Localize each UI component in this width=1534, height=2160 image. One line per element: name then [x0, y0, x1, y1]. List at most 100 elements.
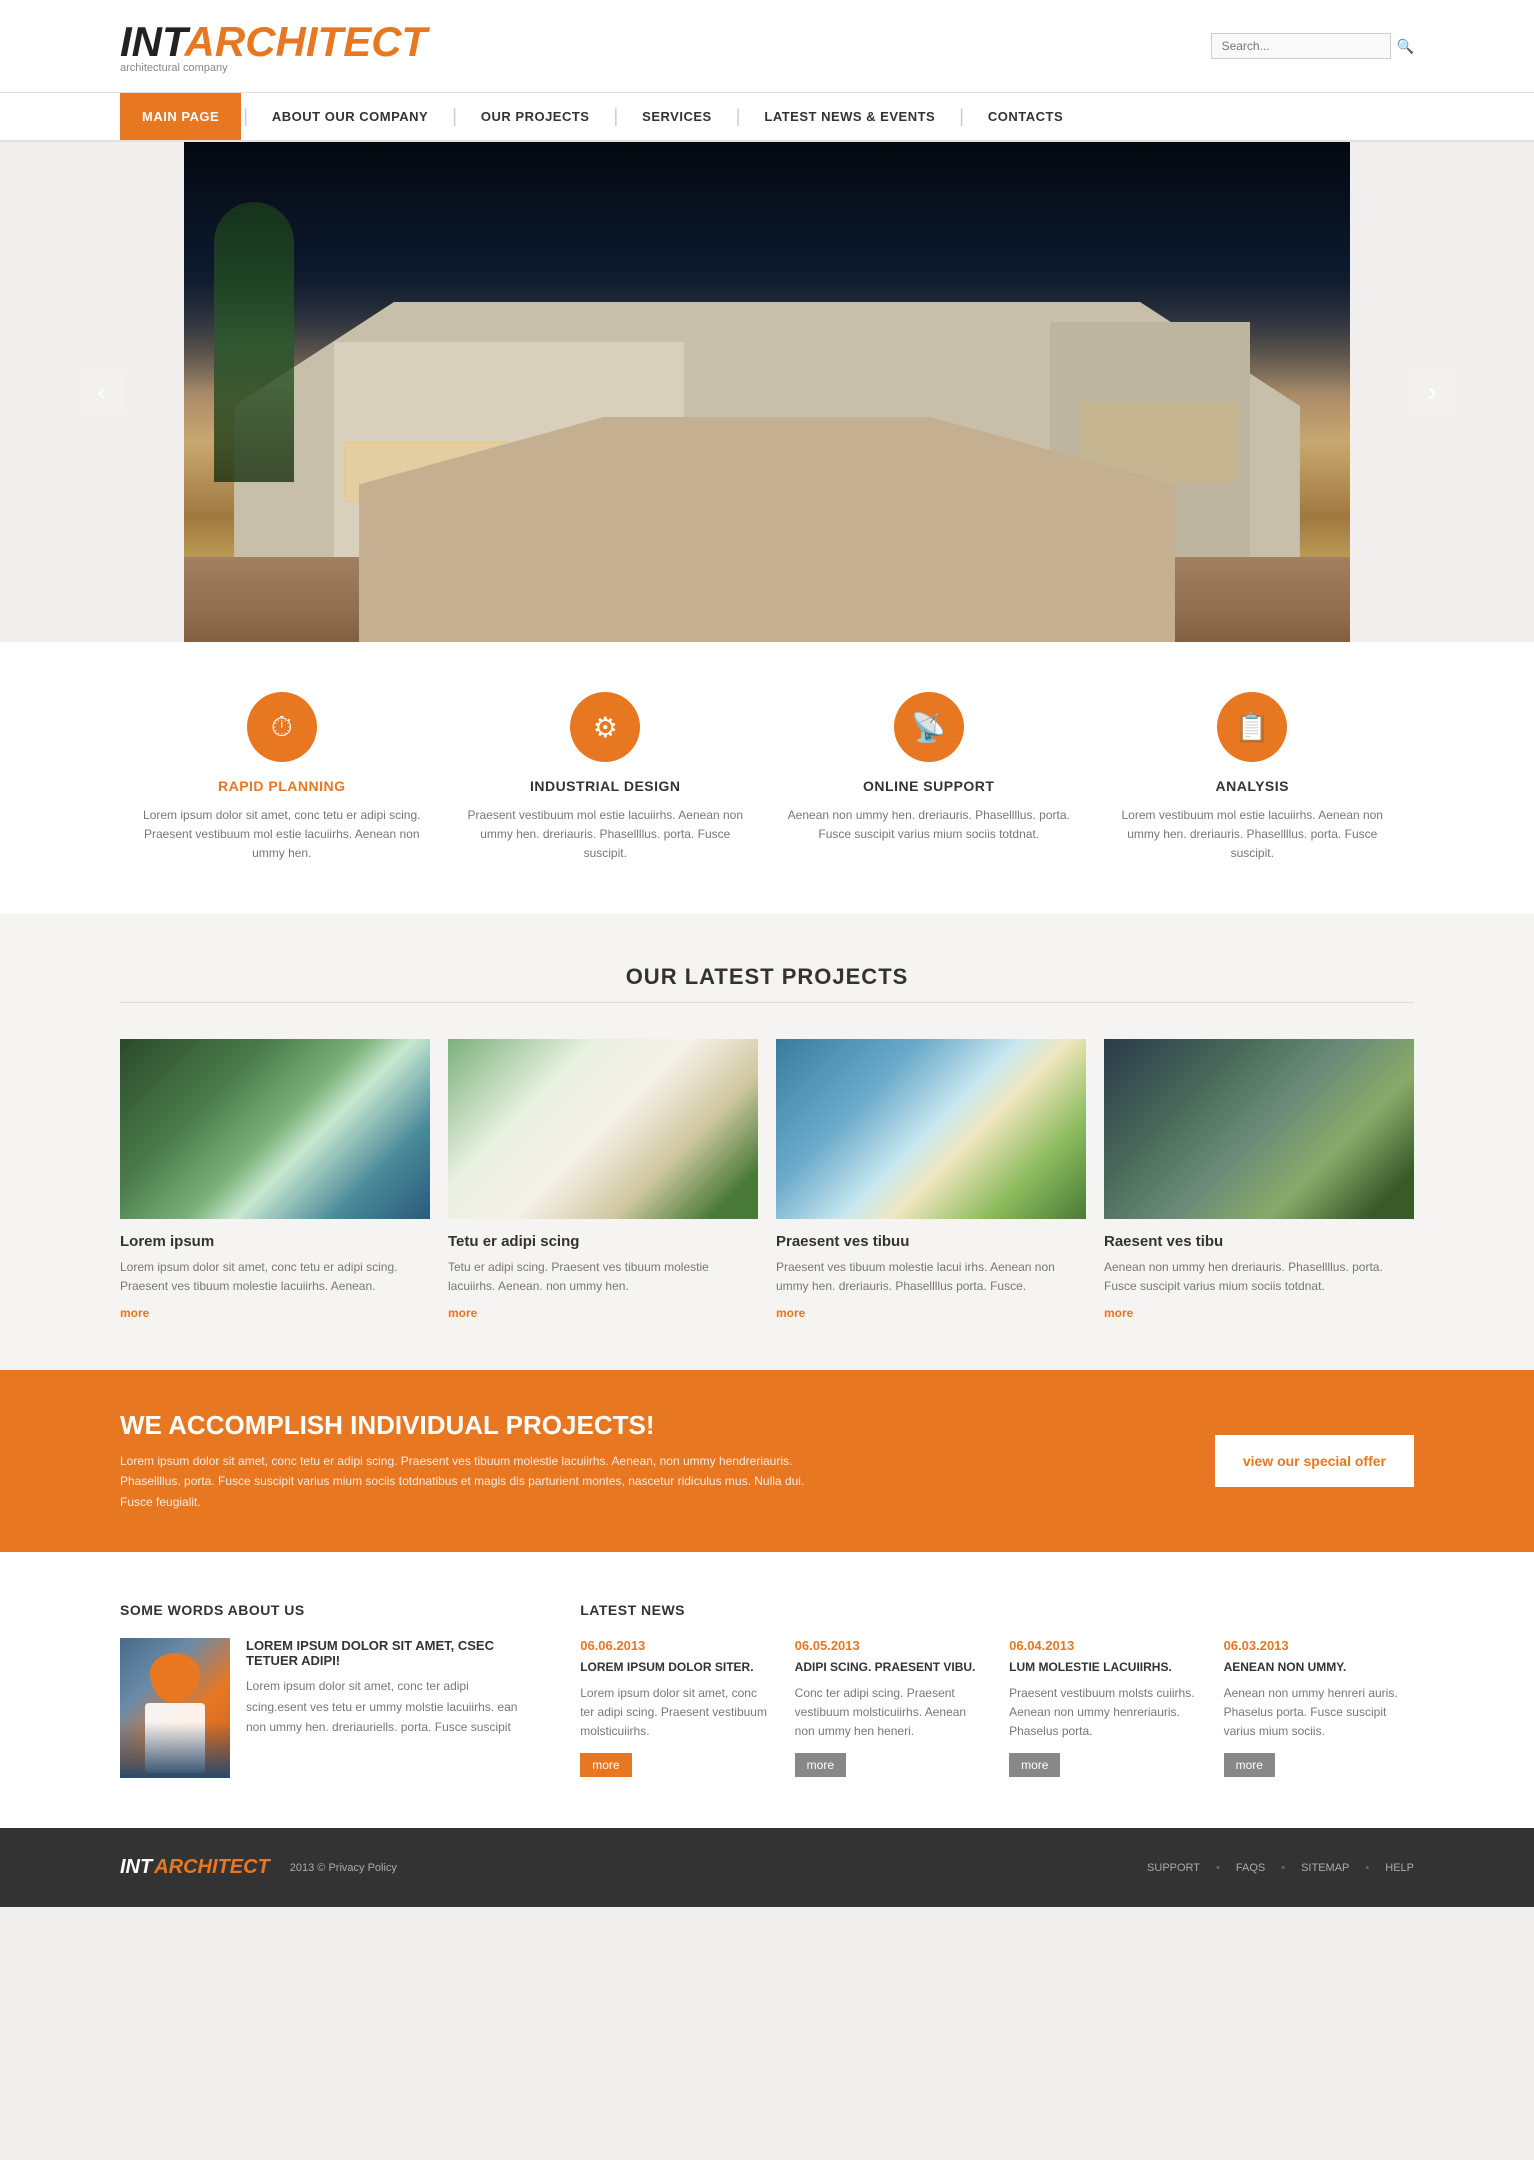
- project-title-3: Praesent ves tibuu: [776, 1233, 1086, 1250]
- cta-desc: Lorem ipsum dolor sit amet, conc tetu er…: [120, 1451, 820, 1512]
- news-item-3: 06.04.2013 LUM MOLESTIE LACUIIRHS. Praes…: [1009, 1638, 1199, 1777]
- cta-banner: WE ACCOMPLISH INDIVIDUAL PROJECTS! Lorem…: [0, 1370, 1534, 1552]
- analysis-title: ANALYSIS: [1111, 778, 1395, 794]
- news-date-4: 06.03.2013: [1224, 1638, 1414, 1653]
- about-text: LOREM IPSUM DOLOR SIT AMET, CSEC TETUER …: [246, 1638, 520, 1778]
- news-title-2: ADIPI SCING. PRAESENT VIBU.: [795, 1659, 985, 1676]
- cta-title: WE ACCOMPLISH INDIVIDUAL PROJECTS!: [120, 1410, 820, 1441]
- cta-button[interactable]: view our special offer: [1215, 1435, 1414, 1487]
- bottom-section: SOME WORDS ABOUT US LOREM IPSUM DOLOR SI…: [0, 1552, 1534, 1828]
- news-more-btn-2[interactable]: more: [795, 1753, 846, 1777]
- project-title-2: Tetu er adipi scing: [448, 1233, 758, 1250]
- about-person-title: LOREM IPSUM DOLOR SIT AMET, CSEC TETUER …: [246, 1638, 520, 1668]
- online-support-title: ONLINE SUPPORT: [787, 778, 1071, 794]
- rapid-planning-title: RAPID PLANNING: [140, 778, 424, 794]
- news-desc-3: Praesent vestibuum molsts cuiirhs. Aenea…: [1009, 1684, 1199, 1742]
- project-image-3: [776, 1039, 1086, 1219]
- analysis-icon: 📋: [1217, 692, 1287, 762]
- nav-sep-1: |: [241, 106, 250, 127]
- projects-grid: Lorem ipsum Lorem ipsum dolor sit amet, …: [120, 1039, 1414, 1320]
- nav-item-news[interactable]: LATEST NEWS & EVENTS: [742, 93, 957, 140]
- industrial-design-icon: ⚙: [570, 692, 640, 762]
- nav-sep-3: |: [611, 106, 620, 127]
- projects-divider: [120, 1002, 1414, 1003]
- features-section: ⏱ RAPID PLANNING Lorem ipsum dolor sit a…: [0, 642, 1534, 914]
- project-more-2[interactable]: more: [448, 1306, 758, 1320]
- footer-link-help[interactable]: HELP: [1385, 1862, 1414, 1874]
- footer-logo: INT ARCHITECT: [120, 1856, 270, 1879]
- news-date-2: 06.05.2013: [795, 1638, 985, 1653]
- search-area: 🔍: [1211, 33, 1414, 59]
- nav-item-about[interactable]: ABOUT OUR COMPANY: [250, 93, 450, 140]
- project-title-1: Lorem ipsum: [120, 1233, 430, 1250]
- news-desc-4: Aenean non ummy henreri auris. Phaselus …: [1224, 1684, 1414, 1742]
- footer-sep-1: •: [1216, 1862, 1220, 1874]
- about-inner: LOREM IPSUM DOLOR SIT AMET, CSEC TETUER …: [120, 1638, 520, 1778]
- search-button[interactable]: 🔍: [1397, 38, 1414, 55]
- project-image-1: [120, 1039, 430, 1219]
- hero-image: [184, 142, 1350, 642]
- projects-section-title: OUR LATEST PROJECTS: [120, 964, 1414, 990]
- news-item-4: 06.03.2013 AENEAN NON UMMY. Aenean non u…: [1224, 1638, 1414, 1777]
- footer-link-support[interactable]: SUPPORT: [1147, 1862, 1200, 1874]
- project-image-2: [448, 1039, 758, 1219]
- project-desc-3: Praesent ves tibuum molestie lacui irhs.…: [776, 1258, 1086, 1296]
- project-desc-1: Lorem ipsum dolor sit amet, conc tetu er…: [120, 1258, 430, 1296]
- cta-text: WE ACCOMPLISH INDIVIDUAL PROJECTS! Lorem…: [120, 1410, 820, 1512]
- news-desc-2: Conc ter adipi scing. Praesent vestibuum…: [795, 1684, 985, 1742]
- nav-sep-4: |: [734, 106, 743, 127]
- footer-copyright: 2013 © Privacy Policy: [290, 1862, 397, 1874]
- project-card-1: Lorem ipsum Lorem ipsum dolor sit amet, …: [120, 1039, 430, 1320]
- feature-analysis: 📋 ANALYSIS Lorem vestibuum mol estie lac…: [1091, 692, 1415, 864]
- nav-item-contacts[interactable]: CONTACTS: [966, 93, 1085, 140]
- news-item-1: 06.06.2013 LOREM IPSUM DOLOR SITER. Lore…: [580, 1638, 770, 1777]
- rapid-planning-icon: ⏱: [247, 692, 317, 762]
- project-more-1[interactable]: more: [120, 1306, 430, 1320]
- footer-logo-arch: ARCHITECT: [154, 1856, 270, 1879]
- project-more-4[interactable]: more: [1104, 1306, 1414, 1320]
- news-title-1: LOREM IPSUM DOLOR SITER.: [580, 1659, 770, 1676]
- news-date-1: 06.06.2013: [580, 1638, 770, 1653]
- about-person-desc: Lorem ipsum dolor sit amet, conc ter adi…: [246, 1676, 520, 1737]
- nav-item-main-page[interactable]: MAIN PAGE: [120, 93, 241, 140]
- footer-links: SUPPORT • FAQS • SITEMAP • HELP: [1147, 1862, 1414, 1874]
- analysis-desc: Lorem vestibuum mol estie lacuiirhs. Aen…: [1111, 806, 1395, 864]
- footer: INT ARCHITECT 2013 © Privacy Policy SUPP…: [0, 1828, 1534, 1907]
- footer-logo-int: INT: [120, 1856, 152, 1879]
- footer-link-faqs[interactable]: FAQS: [1236, 1862, 1265, 1874]
- slider-prev-button[interactable]: ‹: [80, 370, 124, 414]
- industrial-design-desc: Praesent vestibuum mol estie lacuiirhs. …: [464, 806, 748, 864]
- project-title-4: Raesent ves tibu: [1104, 1233, 1414, 1250]
- nav-item-projects[interactable]: OUR PROJECTS: [459, 93, 612, 140]
- project-more-3[interactable]: more: [776, 1306, 1086, 1320]
- news-date-3: 06.04.2013: [1009, 1638, 1199, 1653]
- feature-rapid-planning: ⏱ RAPID PLANNING Lorem ipsum dolor sit a…: [120, 692, 444, 864]
- news-section-title: LATEST NEWS: [580, 1602, 1414, 1618]
- nav-sep-5: |: [957, 106, 966, 127]
- rapid-planning-desc: Lorem ipsum dolor sit amet, conc tetu er…: [140, 806, 424, 864]
- project-image-4: [1104, 1039, 1414, 1219]
- industrial-design-title: INDUSTRIAL DESIGN: [464, 778, 748, 794]
- online-support-desc: Aenean non ummy hen. dreriauris. Phasell…: [787, 806, 1071, 844]
- news-more-btn-3[interactable]: more: [1009, 1753, 1060, 1777]
- slider-next-button[interactable]: ›: [1410, 370, 1454, 414]
- main-nav: MAIN PAGE | ABOUT OUR COMPANY | OUR PROJ…: [0, 93, 1534, 142]
- project-desc-4: Aenean non ummy hen dreriauris. Phaselll…: [1104, 1258, 1414, 1296]
- news-more-btn-4[interactable]: more: [1224, 1753, 1275, 1777]
- news-more-btn-1[interactable]: more: [580, 1753, 631, 1777]
- news-grid: 06.06.2013 LOREM IPSUM DOLOR SITER. Lore…: [580, 1638, 1414, 1777]
- nav-item-services[interactable]: SERVICES: [620, 93, 734, 140]
- about-photo: [120, 1638, 230, 1778]
- news-column: LATEST NEWS 06.06.2013 LOREM IPSUM DOLOR…: [580, 1602, 1414, 1778]
- header: INTARCHITECT architectural company 🔍: [0, 0, 1534, 93]
- search-input[interactable]: [1211, 33, 1391, 59]
- project-desc-2: Tetu er adipi scing. Praesent ves tibuum…: [448, 1258, 758, 1296]
- logo: INTARCHITECT architectural company: [120, 18, 427, 74]
- footer-link-sitemap[interactable]: SITEMAP: [1301, 1862, 1349, 1874]
- footer-sep-2: •: [1281, 1862, 1285, 1874]
- news-title-4: AENEAN NON UMMY.: [1224, 1659, 1414, 1676]
- feature-online-support: 📡 ONLINE SUPPORT Aenean non ummy hen. dr…: [767, 692, 1091, 864]
- logo-int: INT: [120, 18, 185, 65]
- news-desc-1: Lorem ipsum dolor sit amet, conc ter adi…: [580, 1684, 770, 1742]
- about-section-title: SOME WORDS ABOUT US: [120, 1602, 520, 1618]
